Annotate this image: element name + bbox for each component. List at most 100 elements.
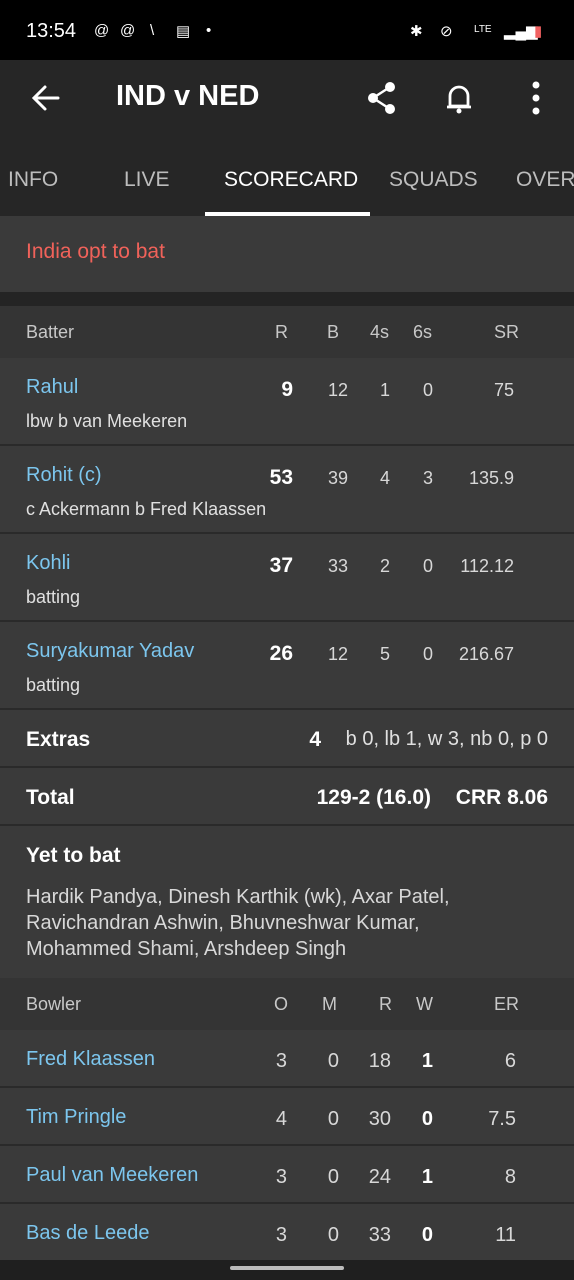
wickets-value: 1 [421,1050,433,1072]
bowling-header: Bowler O M R W ER [0,978,574,1030]
tab-overs[interactable]: OVERS [516,168,574,192]
balls-value: 39 [327,468,348,488]
yet-to-bat-line: Mohammed Shami, Arshdeep Singh [26,938,347,960]
back-button[interactable] [26,78,66,118]
balls-value: 12 [327,644,348,664]
overs-value: 3 [275,1166,287,1188]
app-bar: IND v NED [0,60,574,134]
tab-live[interactable]: LIVE [124,168,170,192]
yet-to-bat-line: Ravichandran Ashwin, Bhuvneshwar Kumar, [26,912,420,934]
extras-total: 4 [309,728,321,751]
home-indicator[interactable] [230,1266,344,1270]
share-button[interactable] [362,78,402,118]
yet-to-bat-label: Yet to bat [26,844,121,867]
batter-name-link[interactable]: Kohli [26,552,70,575]
mute-icon: ⊘ [440,23,453,40]
bowler-row: Tim Pringle 4 0 30 0 7.5 [0,1088,574,1146]
balls-column-header: B [327,322,340,342]
dismissal-text: lbw b van Meekeren [26,411,188,431]
maidens-value: 0 [327,1108,339,1130]
notification-icon: @ [120,22,136,39]
batter-name-link[interactable]: Rahul [26,376,78,399]
wickets-value: 1 [421,1166,433,1188]
dismissal-text: batting [26,675,81,695]
status-bar: 13:54 @ @ \ ▤ • ✱ ⊘ LTE ▂▄▆ ▮ [0,0,574,60]
sixes-value: 0 [422,556,433,576]
maidens-value: 0 [327,1224,339,1246]
signal-icon: ▂▄▆ [504,23,538,40]
match-status: India opt to bat [0,216,574,292]
runs-conceded-value: 24 [368,1166,391,1188]
more-vert-icon [532,81,540,115]
dismissal-text: c Ackermann b Fred Klaassen [26,499,267,519]
bowler-column-header: Bowler [26,994,82,1014]
extras-row: Extras 4 b 0, lb 1, w 3, nb 0, p 0 [0,710,574,768]
total-row: Total 129-2 (16.0) CRR 8.06 [0,768,574,826]
strike-rate-value: 216.67 [458,644,514,664]
fours-value: 1 [379,380,390,400]
sixes-value: 0 [422,644,433,664]
runs-value: 53 [269,466,293,489]
yet-to-bat-section: Yet to bat Hardik Pandya, Dinesh Karthik… [0,826,574,976]
bowler-name-link[interactable]: Fred Klaassen [26,1048,155,1071]
wickets-column-header: W [416,994,433,1014]
runs-conceded-value: 30 [368,1108,391,1130]
maidens-value: 0 [327,1166,339,1188]
balls-value: 12 [327,380,348,400]
tab-squads[interactable]: SQUADS [389,168,478,192]
batter-name-link[interactable]: Rohit (c) [26,464,102,487]
bowler-name-link[interactable]: Tim Pringle [26,1106,126,1129]
dot-icon: • [206,22,212,39]
batter-row: Rahul lbw b van Meekeren 9 12 1 0 75 [0,358,574,446]
balls-value: 33 [327,556,348,576]
match-status-text: India opt to bat [26,240,165,263]
fours-value: 4 [379,468,390,488]
network-label: LTE [474,24,492,35]
runs-value: 9 [281,378,293,401]
batter-row: Kohli batting 37 33 2 0 112.12 [0,534,574,622]
economy-value: 7.5 [488,1108,516,1130]
more-options-button[interactable] [516,78,556,118]
extras-detail: b 0, lb 1, w 3, nb 0, p 0 [345,728,548,750]
economy-value: 6 [504,1050,516,1072]
bell-icon [447,85,471,114]
tab-scorecard[interactable]: SCORECARD [224,168,358,192]
sixes-column-header: 6s [413,322,433,342]
wickets-value: 0 [421,1108,433,1130]
runs-conceded-value: 33 [368,1224,391,1246]
runs-conceded-column-header: R [379,994,392,1014]
batter-row: Rohit (c) c Ackermann b Fred Klaassen 53… [0,446,574,534]
notifications-button[interactable] [440,78,480,118]
runs-conceded-value: 18 [368,1050,391,1072]
overs-column-header: O [274,994,289,1014]
fours-column-header: 4s [370,322,390,342]
runs-column-header: R [275,322,288,342]
bowler-name-link[interactable]: Bas de Leede [26,1222,149,1245]
overs-value: 4 [275,1108,287,1130]
dismissal-text: batting [26,587,81,607]
news-icon: ▤ [176,23,191,40]
navigation-bar [0,1260,574,1280]
tab-bar: INFO LIVE SCORECARD SQUADS OVERS [0,134,574,216]
section-divider [0,292,574,306]
tab-info[interactable]: INFO [8,168,58,192]
batter-name-link[interactable]: Suryakumar Yadav [26,640,194,663]
batter-row: Suryakumar Yadav batting 26 12 5 0 216.6… [0,622,574,710]
sixes-value: 3 [422,468,433,488]
bowler-name-link[interactable]: Paul van Meekeren [26,1164,198,1187]
strike-rate-column-header: SR [494,322,520,342]
economy-column-header: ER [494,994,520,1014]
battery-icon: ▮ [534,23,543,40]
page-title: IND v NED [116,80,260,112]
wickets-value: 0 [421,1224,433,1246]
bowler-row: Paul van Meekeren 3 0 24 1 8 [0,1146,574,1204]
notification-icon: \ [150,22,155,39]
yet-to-bat-line: Hardik Pandya, Dinesh Karthik (wk), Axar… [26,886,450,908]
economy-value: 11 [495,1224,516,1246]
runs-value: 37 [269,554,293,577]
strike-rate-value: 135.9 [468,468,514,488]
batting-header: Batter R B 4s 6s SR [0,306,574,358]
bowler-row: Bas de Leede 3 0 33 0 11 [0,1204,574,1260]
maidens-column-header: M [322,994,337,1014]
bluetooth-icon: ✱ [410,23,423,40]
